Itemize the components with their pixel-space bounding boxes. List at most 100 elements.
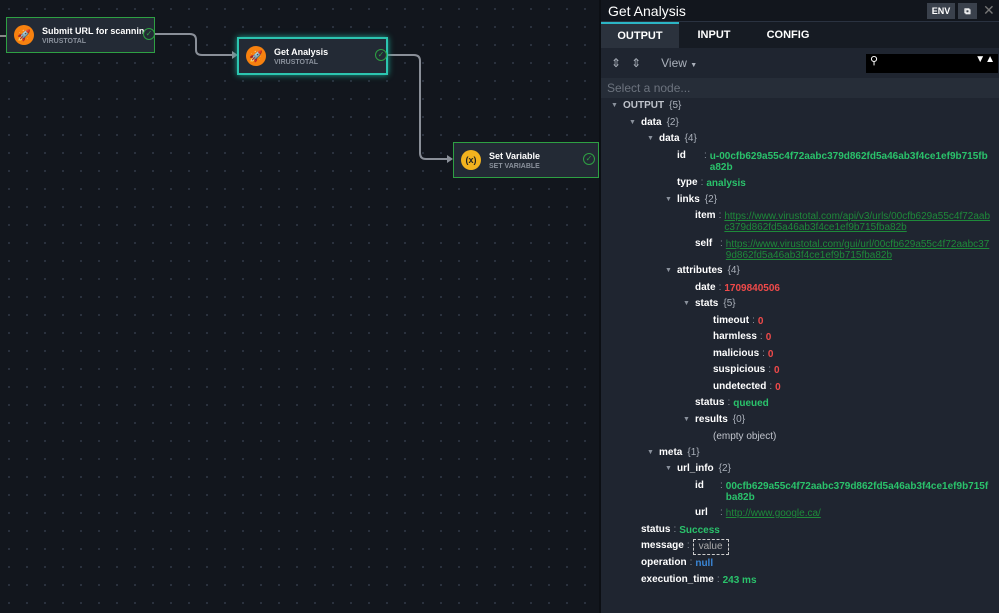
tree-row[interactable]: execution_time:243 ms — [601, 572, 999, 589]
expand-toggle-icon[interactable]: ▼ — [665, 192, 672, 209]
tree-key: date — [695, 281, 716, 293]
tree-row[interactable]: ▼ OUTPUT {5} — [601, 98, 999, 115]
tree-key: execution_time — [641, 573, 714, 585]
tree-row[interactable]: item: https://www.virustotal.com/api/v3/u… — [601, 208, 999, 236]
tree-row[interactable]: ▼ url_info {2} — [601, 461, 999, 478]
copy-icon[interactable]: ⧉ — [958, 3, 977, 19]
variable-icon: (x) — [461, 150, 481, 170]
expand-toggle-icon[interactable]: ▼ — [647, 131, 654, 148]
tree-value[interactable]: https://www.virustotal.com/api/v3/urls/0… — [724, 208, 999, 236]
tree-value: 243 ms — [722, 574, 757, 586]
node-subtitle: VIRUSTOTAL — [42, 37, 87, 45]
tree-key: type — [677, 177, 698, 188]
tree-row[interactable]: suspicious:0 — [601, 362, 999, 379]
tree-row[interactable]: status: queued — [601, 395, 999, 412]
expand-all-icon[interactable]: ⇕ — [611, 56, 621, 70]
tree-count: {5} — [669, 100, 682, 111]
node-set-variable[interactable]: (x) Set Variable SET VARIABLE ✓ — [453, 142, 599, 178]
node-get-analysis[interactable]: 🚀 Get Analysis VIRUSTOTAL ✓ — [237, 37, 388, 75]
tree-key: data — [659, 133, 680, 144]
node-title: Get Analysis — [274, 46, 329, 57]
tree-row[interactable]: ▼ data {2} — [601, 115, 999, 132]
node-subtitle: VIRUSTOTAL — [274, 58, 319, 66]
tree-row[interactable]: message: value — [601, 538, 999, 555]
tree-row[interactable]: operation: null — [601, 555, 999, 572]
tree-key: url_info — [677, 463, 714, 474]
tab-config[interactable]: CONFIG — [749, 22, 827, 48]
tree-row[interactable]: id:00cfb629a55c4f72aabc379d862fd5a46ab3f… — [601, 478, 999, 506]
tree-row[interactable]: timeout:0 — [601, 313, 999, 330]
tree-value: Success — [679, 524, 720, 536]
tree-value: 1709840506 — [724, 282, 780, 294]
tree-value[interactable]: value — [692, 539, 729, 555]
tab-input[interactable]: INPUT — [679, 22, 749, 48]
tree-row[interactable]: ▼ attributes {4} — [601, 263, 999, 280]
tab-output[interactable]: OUTPUT — [601, 22, 679, 48]
tree-count: {5} — [723, 298, 736, 309]
tree-key: operation — [641, 557, 687, 568]
collapse-all-icon[interactable]: ⇕ — [631, 56, 641, 70]
tree-count: {0} — [732, 413, 746, 425]
tree-key: item — [695, 210, 716, 221]
tree-key: suspicious — [713, 364, 766, 375]
tree-key: timeout — [713, 314, 750, 326]
node-submit-url[interactable]: 🚀 Submit URL for scanning VIRUSTOTAL ✓ — [6, 17, 155, 53]
close-icon[interactable]: ✕ — [983, 2, 995, 19]
tree-row[interactable]: ▼ meta {1} — [601, 445, 999, 462]
tree-key: status — [641, 523, 671, 535]
node-title: Set Variable — [489, 150, 541, 161]
tree-row[interactable]: ▼ stats {5} — [601, 296, 999, 313]
env-button[interactable]: ENV — [927, 3, 955, 19]
node-title: Submit URL for scanning — [42, 25, 150, 36]
tree-key: stats — [695, 298, 719, 309]
expand-toggle-icon[interactable]: ▼ — [683, 296, 690, 313]
view-menu[interactable]: View ▼ — [661, 56, 697, 70]
tree-key: self — [695, 237, 713, 249]
tree-row[interactable]: type: analysis — [601, 175, 999, 192]
expand-toggle-icon[interactable]: ▼ — [665, 263, 672, 280]
tree-row[interactable]: self: https://www.virustotal.com/gui/url/… — [601, 236, 999, 264]
search-prev-next[interactable]: ▼▲ — [975, 54, 995, 65]
tree-key: links — [677, 193, 700, 205]
expand-toggle-icon[interactable]: ▼ — [665, 461, 672, 478]
tree-row[interactable]: status: Success — [601, 522, 999, 539]
tree-value: analysis — [706, 178, 746, 189]
tree-value: u-00cfb629a55c4f72aabc379d862fd5a46ab3f4… — [709, 150, 988, 173]
tree-value: queued — [733, 398, 769, 409]
tree-row[interactable]: ▼ links {2} — [601, 192, 999, 209]
tree-count: {1} — [687, 446, 700, 458]
tree-row[interactable]: harmless:0 — [601, 329, 999, 346]
tree-value[interactable]: http://www.google.ca/ — [726, 505, 999, 522]
separator: : — [718, 281, 722, 293]
tree-key: malicious — [713, 347, 760, 359]
search-icon: ⚲ — [870, 55, 879, 67]
tree-row[interactable]: url: http://www.google.ca/ — [601, 505, 999, 522]
separator: : — [720, 507, 723, 518]
expand-toggle-icon[interactable]: ▼ — [683, 412, 690, 429]
expand-toggle-icon[interactable]: ▼ — [629, 115, 636, 132]
search-input[interactable]: ⚲ ▼▲ — [866, 54, 998, 73]
rocket-icon: 🚀 — [246, 46, 266, 66]
success-check-icon: ✓ — [143, 28, 155, 40]
tree-value: 0 — [765, 332, 772, 343]
expand-toggle-icon[interactable]: ▼ — [647, 445, 654, 462]
tree-count: {4} — [727, 265, 740, 276]
tree-row[interactable]: malicious:0 — [601, 346, 999, 363]
tree-key: meta — [659, 446, 683, 458]
tree-row[interactable]: (empty object) — [601, 428, 999, 445]
tree-row[interactable]: ▼ results {0} — [601, 412, 999, 429]
expand-toggle-icon[interactable]: ▼ — [611, 98, 618, 115]
tree-value[interactable]: https://www.virustotal.com/gui/url/00cfb… — [726, 236, 999, 264]
tree-row[interactable]: id: u-00cfb629a55c4f72aabc379d862fd5a46ab… — [601, 148, 999, 176]
panel-title: Get Analysis — [608, 2, 686, 19]
tree-row[interactable]: date:1709840506 — [601, 280, 999, 297]
success-check-icon: ✓ — [375, 49, 387, 61]
node-select-input[interactable]: Select a node... — [601, 78, 999, 98]
tree-row[interactable]: ▼ data {4} — [601, 131, 999, 148]
tree-row[interactable]: undetected:0 — [601, 379, 999, 396]
separator: : — [768, 364, 772, 375]
tree-count: {2} — [704, 193, 718, 205]
tree-key: id — [695, 479, 704, 491]
workflow-canvas[interactable]: 🚀 Submit URL for scanning VIRUSTOTAL ✓ 🚀 … — [0, 0, 599, 613]
view-label: View — [661, 56, 687, 70]
